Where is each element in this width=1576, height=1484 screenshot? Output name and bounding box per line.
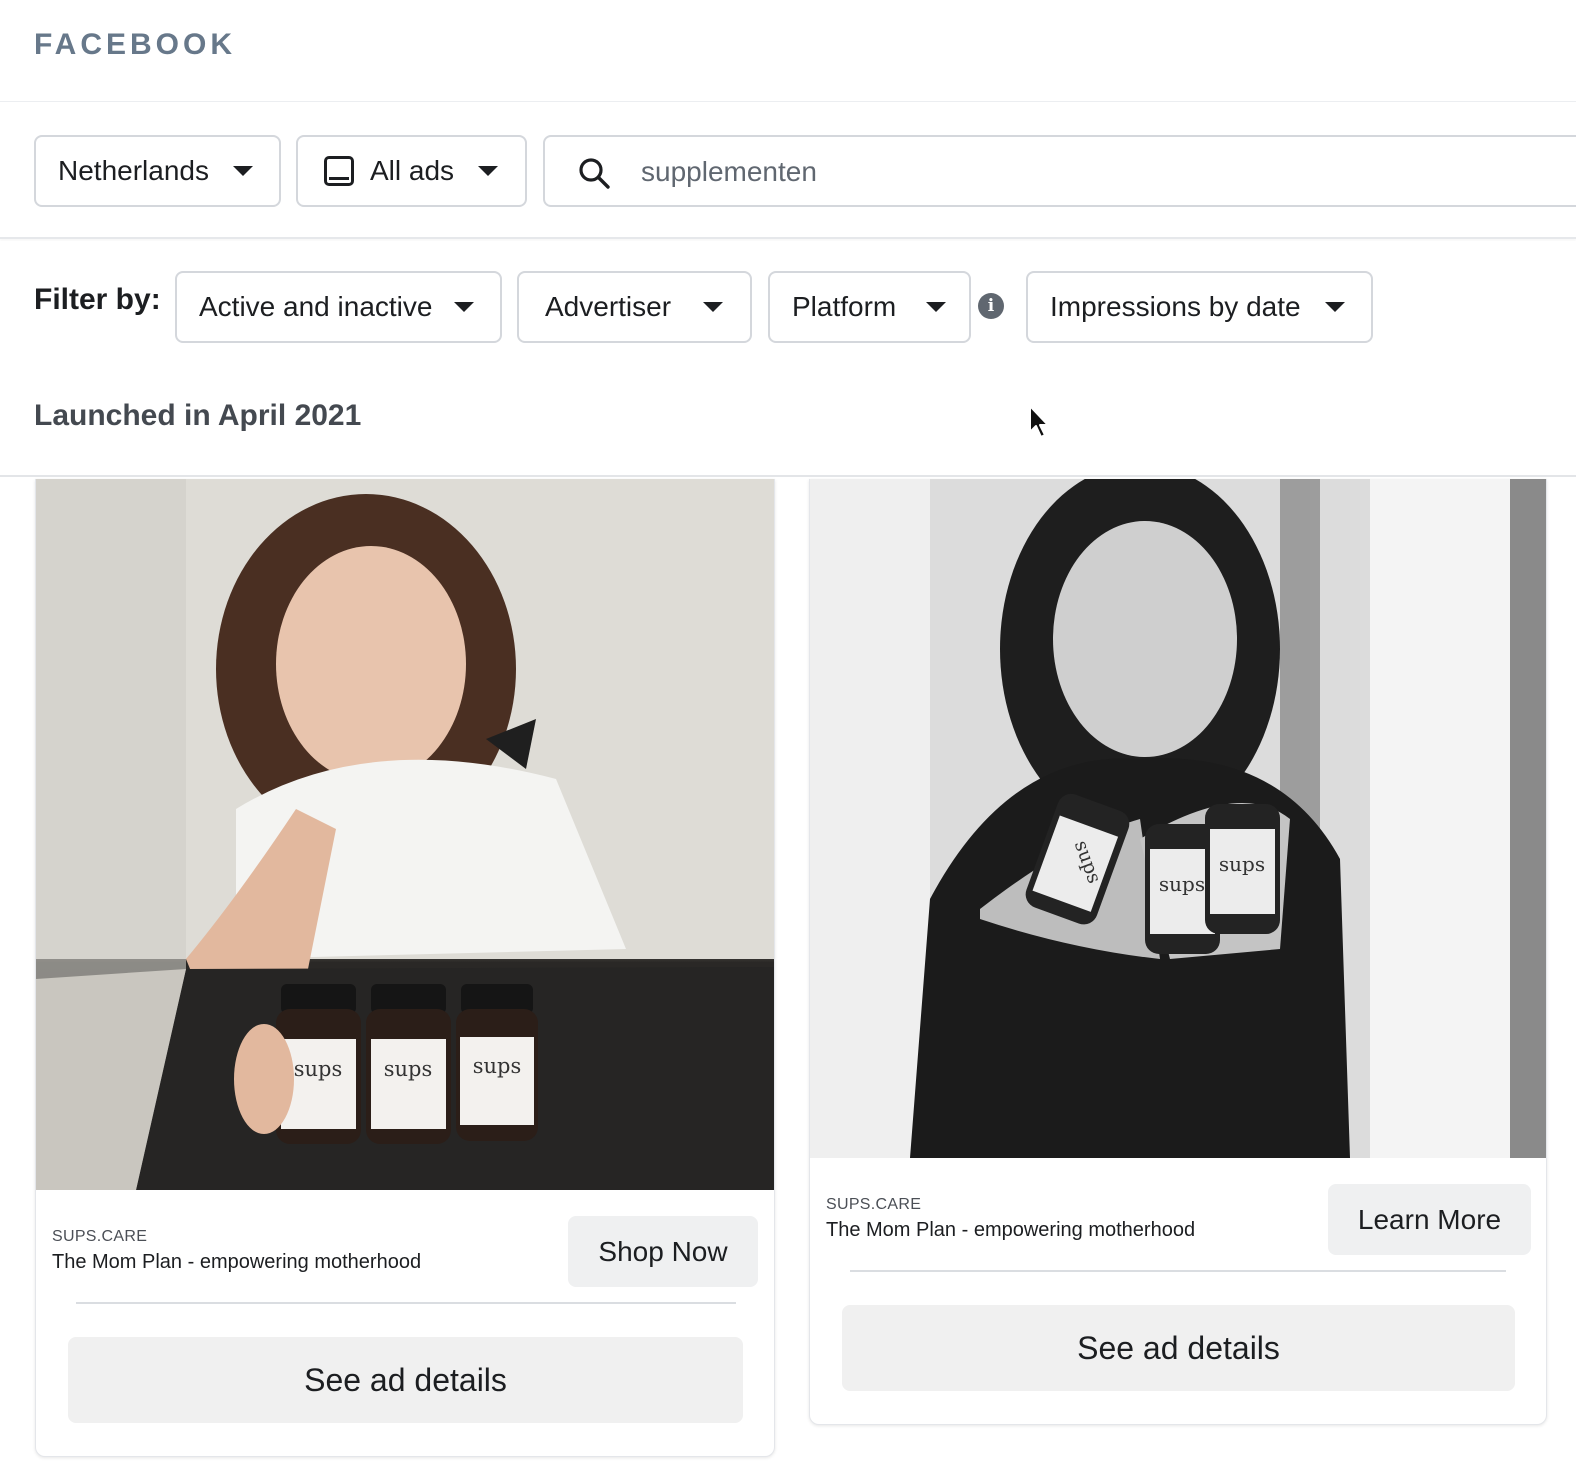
- caret-down-icon: [703, 302, 724, 312]
- see-ad-details-button[interactable]: See ad details: [68, 1337, 743, 1423]
- top-bar: FACEBOOK: [0, 0, 1576, 102]
- platform-filter-label: Platform: [792, 291, 897, 322]
- ad-type-dropdown[interactable]: All ads: [296, 135, 527, 207]
- ad-image[interactable]: sups sups sups: [810, 479, 1546, 1158]
- section-heading: Launched in April 2021: [34, 399, 362, 432]
- facebook-logo[interactable]: FACEBOOK: [34, 28, 236, 62]
- ad-card: sups sups sups SUPS.CARE The Mom Plan - …: [809, 479, 1547, 1425]
- search-icon: [579, 158, 610, 189]
- caret-down-icon: [478, 166, 499, 176]
- bottle-label: sups: [1219, 852, 1265, 876]
- divider: [76, 1302, 736, 1304]
- impressions-filter-label: Impressions by date: [1050, 291, 1301, 322]
- bottle-label: sups: [473, 1054, 522, 1078]
- search-input[interactable]: supplementen: [543, 135, 1576, 207]
- status-filter-dropdown[interactable]: Active and inactive: [175, 271, 502, 343]
- bottle-label: sups: [1159, 872, 1205, 896]
- status-filter-label: Active and inactive: [199, 291, 433, 322]
- bottle-label: sups: [384, 1057, 433, 1081]
- mouse-cursor-icon: [1029, 405, 1049, 438]
- ad-headline[interactable]: The Mom Plan - empowering motherhood: [52, 1251, 421, 1274]
- bottle-label: sups: [294, 1057, 343, 1081]
- caret-down-icon: [232, 166, 253, 176]
- search-bar: Netherlands All ads supplementen: [0, 103, 1576, 239]
- divider: [850, 1270, 1506, 1272]
- advertiser-filter-dropdown[interactable]: Advertiser: [517, 271, 752, 343]
- country-dropdown[interactable]: Netherlands: [34, 135, 281, 207]
- ad-headline[interactable]: The Mom Plan - empowering motherhood: [826, 1219, 1195, 1242]
- learn-more-button[interactable]: Learn More: [1328, 1184, 1531, 1255]
- advertiser-domain: SUPS.CARE: [826, 1196, 922, 1213]
- shop-now-button[interactable]: Shop Now: [568, 1216, 758, 1287]
- see-ad-details-button[interactable]: See ad details: [842, 1305, 1515, 1391]
- platform-filter-dropdown[interactable]: Platform: [768, 271, 971, 343]
- country-label: Netherlands: [58, 155, 209, 186]
- impressions-filter-dropdown[interactable]: Impressions by date: [1026, 271, 1373, 343]
- ad-card: sups sups sups SUPS.CARE The Mom Plan - …: [35, 479, 775, 1457]
- advertiser-filter-label: Advertiser: [545, 291, 672, 322]
- ad-image[interactable]: sups sups sups: [36, 479, 774, 1190]
- filter-by-label: Filter by:: [34, 283, 161, 316]
- ad-photo-illustration: sups sups sups: [36, 479, 774, 1190]
- ad-type-label: All ads: [370, 155, 455, 186]
- device-icon: [324, 156, 354, 186]
- caret-down-icon: [454, 302, 475, 312]
- filter-row: Filter by: Active and inactive Advertise…: [0, 241, 1576, 477]
- info-icon[interactable]: i: [978, 293, 1004, 319]
- caret-down-icon: [926, 302, 947, 312]
- ad-photo-illustration: sups sups sups: [810, 479, 1546, 1158]
- advertiser-domain: SUPS.CARE: [52, 1228, 148, 1245]
- search-query: supplementen: [641, 156, 817, 187]
- caret-down-icon: [1324, 302, 1345, 312]
